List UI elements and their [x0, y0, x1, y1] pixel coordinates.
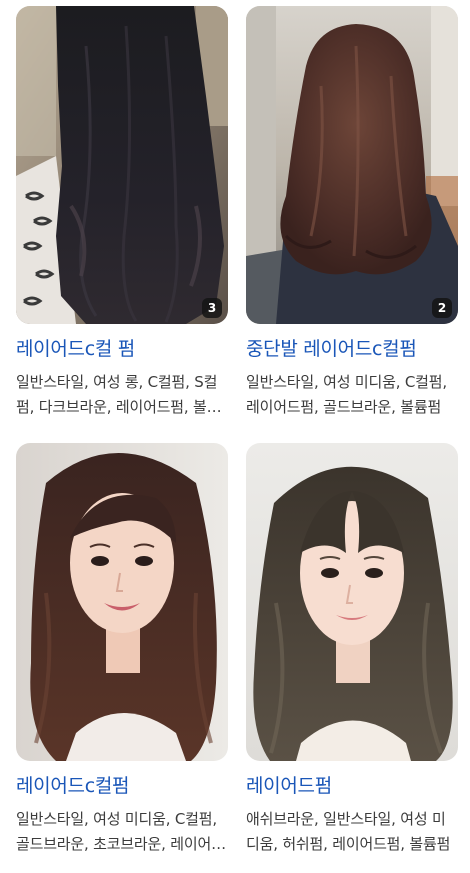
result-thumbnail[interactable]: 3 [16, 6, 228, 324]
result-card[interactable]: 2 중단발 레이어드c컬펌 일반스타일, 여성 미디움, C컬펌, 레이어드펌,… [246, 6, 458, 443]
image-count-badge: 3 [202, 298, 222, 318]
result-title[interactable]: 레이어드c컬 펌 [16, 336, 228, 362]
result-card[interactable]: 레이어드c컬펌 일반스타일, 여성 미디움, C컬펌, 골드브라운, 초코브라운… [16, 443, 228, 873]
hair-photo-back-view [16, 6, 228, 324]
result-title[interactable]: 중단발 레이어드c컬펌 [246, 336, 458, 362]
result-description: 일반스타일, 여성 미디움, C컬펌, 골드브라운, 초코브라운, 레이어드펌 [16, 810, 225, 853]
result-description: 일반스타일, 여성 롱, C컬펌, S컬펌, 다크브라운, 레이어드펌, 볼륨펌 [16, 373, 221, 416]
hairstyle-results-grid: 3 레이어드c컬 펌 일반스타일, 여성 롱, C컬펌, S컬펌, 다크브라운,… [16, 6, 458, 873]
portrait-photo [16, 443, 228, 761]
portrait-photo [246, 443, 458, 761]
result-thumbnail[interactable]: 2 [246, 6, 458, 324]
result-thumbnail[interactable] [16, 443, 228, 761]
result-card[interactable]: 3 레이어드c컬 펌 일반스타일, 여성 롱, C컬펌, S컬펌, 다크브라운,… [16, 6, 228, 443]
hair-photo-back-view [246, 6, 458, 324]
result-description: 애쉬브라운, 일반스타일, 여성 미디움, 허쉬펌, 레이어드펌, 볼륨펌 [246, 810, 451, 853]
result-card[interactable]: 레이어드펌 애쉬브라운, 일반스타일, 여성 미디움, 허쉬펌, 레이어드펌, … [246, 443, 458, 873]
result-title[interactable]: 레이어드c컬펌 [16, 773, 228, 799]
result-thumbnail[interactable] [246, 443, 458, 761]
image-count-badge: 2 [432, 298, 452, 318]
result-description: 일반스타일, 여성 미디움, C컬펌, 레이어드펌, 골드브라운, 볼륨펌 [246, 373, 447, 416]
result-title[interactable]: 레이어드펌 [246, 773, 458, 799]
